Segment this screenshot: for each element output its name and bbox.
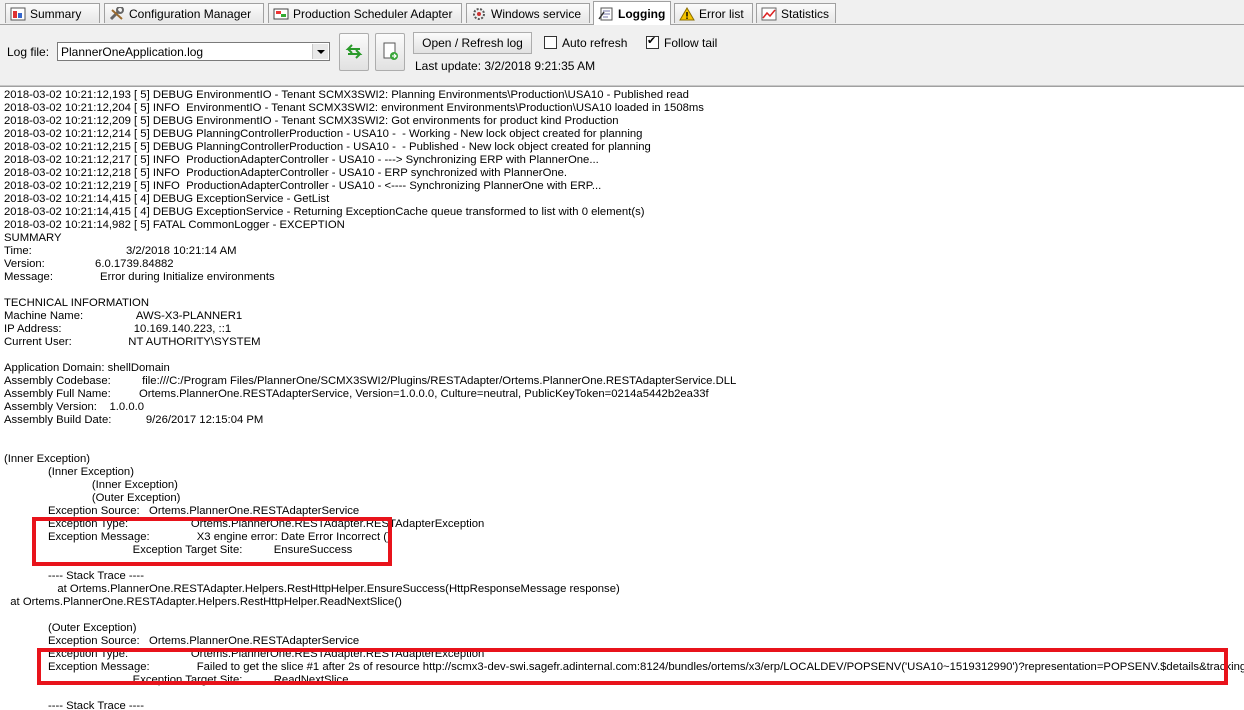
service-icon [471,7,487,21]
log-line: IP Address: 10.169.140.223, ::1 [4,323,232,335]
log-line: 2018-03-02 10:21:12,215 [ 5] DEBUG Plann… [4,141,651,153]
tab-statistics[interactable]: Statistics [756,3,836,23]
log-text-area[interactable]: 2018-03-02 10:21:12,193 [ 5] DEBUG Envir… [0,86,1244,710]
log-line: (Outer Exception) [4,492,181,504]
log-line: TECHNICAL INFORMATION [4,297,149,309]
log-line: Message: Error during Initialize environ… [4,271,275,283]
log-line: 2018-03-02 10:21:12,217 [ 5] INFO Produc… [4,154,599,166]
highlight-box-inner-exception [32,517,392,566]
log-line: Time: 3/2/2018 10:21:14 AM [4,245,237,257]
log-line: Assembly Codebase: file:///C:/Program Fi… [4,375,737,387]
log-line: 2018-03-02 10:21:12,218 [ 5] INFO Produc… [4,167,568,179]
log-line: Assembly Version: 1.0.0.0 [4,401,145,413]
log-line: SUMMARY [4,232,62,244]
tab-configuration-manager[interactable]: Configuration Manager [104,3,264,23]
swap-button[interactable] [339,33,369,71]
log-line: 2018-03-02 10:21:12,193 [ 5] DEBUG Envir… [4,89,689,101]
log-line: Machine Name: AWS-X3-PLANNER1 [4,310,243,322]
tab-production-scheduler-adapter[interactable]: Production Scheduler Adapter [268,3,462,23]
tab-label: Logging [618,6,666,21]
log-line: 2018-03-02 10:21:12,209 [ 5] DEBUG Envir… [4,115,619,127]
log-line: 2018-03-02 10:21:12,219 [ 5] INFO Produc… [4,180,602,192]
auto-refresh-checkbox[interactable] [544,36,557,49]
log-file-value: PlannerOneApplication.log [61,45,204,59]
log-line: Version: 6.0.1739.84882 [4,258,174,270]
notepad-icon [598,7,614,21]
log-line: Current User: NT AUTHORITY\SYSTEM [4,336,261,348]
logging-toolbar: Log file: PlannerOneApplication.log Open… [0,25,1244,86]
tab-windows-service[interactable]: Windows service [466,3,590,23]
adapter-icon [273,7,289,21]
tab-logging[interactable]: Logging [593,1,671,25]
log-line: (Inner Exception) [4,453,91,465]
auto-refresh-label: Auto refresh [562,36,628,50]
tab-bar: Summary Configuration Manager Production… [0,0,1244,25]
log-line: 2018-03-02 10:21:14,415 [ 4] DEBUG Excep… [4,193,330,205]
log-line: Assembly Full Name: Ortems.PlannerOne.RE… [4,388,709,400]
last-update-text: Last update: 3/2/2018 9:21:35 AM [415,59,596,73]
log-line: Exception Source: Ortems.PlannerOne.REST… [4,635,360,647]
file-open-icon [383,42,398,60]
log-line: Application Domain: shellDomain [4,362,170,374]
log-line: at Ortems.PlannerOne.RESTAdapter.Helpers… [4,596,402,608]
log-line: ---- Stack Trace ---- [4,570,144,582]
tab-label: Summary [30,6,82,21]
tab-label: Configuration Manager [129,6,252,21]
log-line: at Ortems.PlannerOne.RESTAdapter.Helpers… [4,583,620,595]
log-line: 2018-03-02 10:21:12,204 [ 5] INFO Enviro… [4,102,704,114]
log-file-label: Log file: [7,45,50,59]
chevron-down-icon[interactable] [312,44,328,59]
tab-label: Error list [699,6,744,21]
tab-summary[interactable]: Summary [5,3,100,23]
log-line: 2018-03-02 10:21:14,415 [ 4] DEBUG Excep… [4,206,645,218]
log-line: 2018-03-02 10:21:12,214 [ 5] DEBUG Plann… [4,128,643,140]
chart-icon [761,7,777,21]
open-file-button[interactable] [375,33,405,71]
log-line: (Inner Exception) [4,479,178,491]
open-refresh-log-button[interactable]: Open / Refresh log [413,32,532,54]
tab-label: Statistics [781,6,830,21]
log-line: Assembly Build Date: 9/26/2017 12:15:04 … [4,414,264,426]
tab-label: Windows service [491,6,582,21]
warning-icon [679,6,695,21]
log-line: 2018-03-02 10:21:14,982 [ 5] FATAL Commo… [4,219,345,231]
highlight-box-outer-exception [37,648,1228,685]
log-line: (Outer Exception) [4,622,137,634]
green-arrows-icon [345,44,363,59]
log-file-select[interactable]: PlannerOneApplication.log [57,42,330,61]
follow-tail-label: Follow tail [664,36,718,50]
tab-error-list[interactable]: Error list [674,3,753,23]
follow-tail-checkbox[interactable] [646,34,659,49]
summary-icon [10,7,26,21]
tab-label: Production Scheduler Adapter [293,6,453,21]
tools-icon [109,5,125,21]
log-line: (Inner Exception) [4,466,134,478]
